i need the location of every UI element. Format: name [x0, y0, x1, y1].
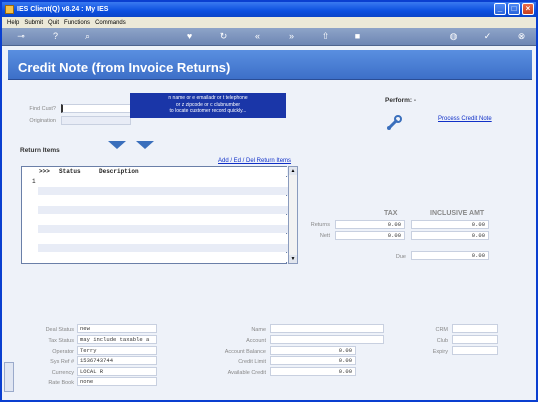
- heart-icon[interactable]: ♥: [184, 31, 195, 42]
- credit-limit-label: Credit Limit: [238, 359, 266, 365]
- sys-ref-label: Sys Ref #: [50, 359, 74, 365]
- account-balance-label: Account Balance: [224, 349, 266, 355]
- scroll-down-icon[interactable]: ▼: [289, 255, 297, 263]
- tax-status-field[interactable]: may include taxable a: [77, 335, 157, 344]
- name-field[interactable]: [270, 324, 384, 333]
- returns-incl: 0.00: [411, 220, 489, 229]
- app-window: IES Client(Q) v8.24 : My IES _ □ × Help …: [0, 0, 538, 402]
- search-icon[interactable]: ⌕: [82, 31, 93, 42]
- col-description: Description: [99, 168, 139, 175]
- club-field[interactable]: [452, 335, 498, 344]
- rate-book-label: Rate Book: [48, 380, 74, 386]
- sys-ref-field[interactable]: 1536743744: [77, 356, 157, 365]
- account-field[interactable]: [270, 335, 384, 344]
- menu-submit[interactable]: Submit: [24, 20, 43, 26]
- deal-status-label: Deal Status: [45, 327, 74, 333]
- table-row[interactable]: [38, 177, 296, 186]
- available-credit-field: 0.00: [270, 367, 356, 376]
- table-header: >>> Status Description: [22, 167, 287, 176]
- title-bar: IES Client(Q) v8.24 : My IES _ □ ×: [2, 2, 536, 17]
- refresh-icon[interactable]: ↻: [218, 31, 229, 42]
- arrow-down-icon[interactable]: [136, 141, 154, 149]
- help-icon[interactable]: ?: [50, 31, 61, 42]
- crm-field[interactable]: [452, 324, 498, 333]
- account-label: Account: [246, 338, 266, 344]
- perform-label: Perform: -: [385, 97, 417, 104]
- table-row[interactable]: [38, 243, 296, 252]
- table-row[interactable]: [38, 253, 296, 262]
- table-row[interactable]: [38, 215, 296, 224]
- tax-header: TAX: [384, 210, 398, 217]
- origination-field[interactable]: [61, 116, 131, 125]
- deal-status-field[interactable]: new: [77, 324, 157, 333]
- return-items-title: Return Items: [20, 147, 60, 154]
- stop-icon[interactable]: ■: [352, 31, 363, 42]
- inclusive-amt-header: INCLUSIVE AMT: [430, 210, 485, 217]
- credit-limit-field: 0.00: [270, 356, 356, 365]
- operator-label: Operator: [52, 349, 74, 355]
- page-title: Credit Note (from Invoice Returns): [18, 60, 231, 75]
- account-balance-field: 0.00: [270, 346, 356, 355]
- menu-bar: Help Submit Quit Functions Commands: [2, 17, 536, 28]
- menu-help[interactable]: Help: [7, 20, 19, 26]
- currency-label: Currency: [51, 370, 74, 376]
- menu-functions[interactable]: Functions: [64, 20, 90, 26]
- app-icon: [5, 5, 14, 14]
- close-button[interactable]: ×: [522, 3, 534, 15]
- table-row[interactable]: [38, 196, 296, 205]
- table-row[interactable]: [38, 205, 296, 214]
- page-header: Credit Note (from Invoice Returns): [8, 50, 532, 80]
- expiry-field[interactable]: [452, 346, 498, 355]
- table-row[interactable]: [38, 186, 296, 195]
- due-value: 0.00: [411, 251, 489, 260]
- rate-book-field[interactable]: none: [77, 377, 157, 386]
- globe-icon[interactable]: ◍: [448, 31, 459, 42]
- due-label: Due: [395, 254, 406, 260]
- nett-incl: 0.00: [411, 231, 489, 240]
- find-cust-label: Find Cust?: [29, 106, 56, 112]
- nett-tax: 0.00: [335, 231, 405, 240]
- cancel-icon[interactable]: ⊗: [516, 31, 527, 42]
- wrench-icon[interactable]: [386, 115, 402, 131]
- returns-label: Returns: [310, 222, 330, 228]
- crm-label: CRM: [435, 327, 448, 333]
- arrow-down-icon[interactable]: [108, 141, 126, 149]
- menu-commands[interactable]: Commands: [95, 20, 126, 26]
- upload-icon[interactable]: ⇧: [320, 31, 331, 42]
- forward-icon[interactable]: »: [286, 31, 297, 42]
- table-row[interactable]: [38, 234, 296, 243]
- operator-field[interactable]: Terry: [77, 346, 157, 355]
- minimize-button[interactable]: _: [494, 3, 506, 15]
- club-label: Club: [436, 338, 448, 344]
- tooltip-line: to locate customer record quickly...: [169, 108, 247, 114]
- find-cust-input[interactable]: [61, 104, 131, 113]
- toolbar: ⊸ ? ⌕ ♥ ↻ « » ⇧ ■ ◍ ✓ ⊗: [2, 28, 536, 46]
- window-title: IES Client(Q) v8.24 : My IES: [17, 6, 109, 13]
- row-number: 1: [32, 178, 36, 185]
- process-credit-note-link[interactable]: Process Credit Note: [438, 116, 492, 122]
- side-panel-tab[interactable]: [4, 362, 14, 392]
- return-items-table[interactable]: >>> Status Description 1: [21, 166, 296, 264]
- nett-label: Nett: [319, 233, 330, 239]
- col-status: Status: [59, 168, 81, 175]
- key-icon[interactable]: ⊸: [12, 31, 30, 42]
- maximize-button[interactable]: □: [508, 3, 520, 15]
- tax-status-label: Tax Status: [48, 338, 74, 344]
- returns-tax: 0.00: [335, 220, 405, 229]
- check-icon[interactable]: ✓: [482, 31, 493, 42]
- rewind-icon[interactable]: «: [252, 31, 263, 42]
- menu-quit[interactable]: Quit: [48, 20, 59, 26]
- available-credit-label: Available Credit: [227, 370, 266, 376]
- items-scrollbar[interactable]: ▲ ▼: [288, 166, 298, 264]
- edit-return-items-link[interactable]: Add / Ed / Del Return Items: [218, 158, 291, 164]
- scroll-up-icon[interactable]: ▲: [289, 167, 297, 175]
- col-marker: >>>: [39, 168, 50, 175]
- name-label: Name: [251, 327, 266, 333]
- search-hint-tooltip: n name or e emailadr or t telephone or z…: [130, 93, 286, 118]
- expiry-label: Expiry: [432, 349, 448, 355]
- table-row[interactable]: [38, 224, 296, 233]
- currency-field[interactable]: LOCAL R: [77, 367, 157, 376]
- origination-label: Origination: [29, 118, 56, 124]
